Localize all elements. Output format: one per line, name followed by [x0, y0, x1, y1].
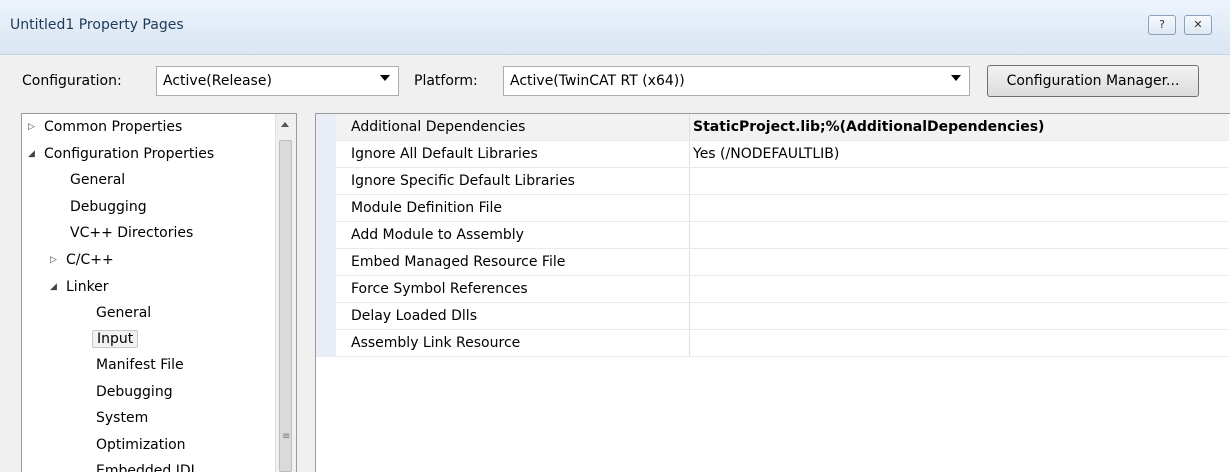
chevron-down-icon — [380, 75, 390, 81]
tree-item-general[interactable]: General — [70, 169, 125, 191]
tree-item-label: Common Properties — [44, 119, 183, 135]
scroll-up-icon[interactable] — [281, 122, 289, 127]
tree-item-linker-debugging[interactable]: Debugging — [96, 381, 173, 403]
property-name: Additional Dependencies — [351, 119, 526, 135]
property-row[interactable]: Add Module to Assembly — [316, 222, 1229, 249]
column-divider — [689, 276, 690, 303]
property-row[interactable]: Assembly Link Resource — [316, 330, 1229, 357]
tree-item-system[interactable]: System — [96, 407, 148, 429]
property-value[interactable]: StaticProject.lib;%(AdditionalDependenci… — [693, 119, 1044, 135]
property-row[interactable]: Force Symbol References — [316, 276, 1229, 303]
title-bar: Untitled1 Property Pages ? ✕ — [0, 0, 1230, 55]
tree-item-label: C/C++ — [66, 252, 114, 268]
grip-icon: ≡ — [282, 431, 291, 442]
configuration-dropdown[interactable]: Active(Release) — [156, 66, 399, 96]
help-button[interactable]: ? — [1148, 15, 1176, 35]
column-divider — [689, 330, 690, 357]
property-name: Delay Loaded Dlls — [351, 308, 477, 324]
chevron-down-icon — [951, 75, 961, 81]
property-name: Ignore All Default Libraries — [351, 146, 538, 162]
property-row[interactable]: Module Definition File — [316, 195, 1229, 222]
configuration-manager-button[interactable]: Configuration Manager... — [987, 65, 1199, 97]
row-margin — [316, 222, 336, 249]
column-divider — [689, 114, 690, 141]
tree-item-label: Linker — [66, 279, 109, 295]
tree-item-vc-directories[interactable]: VC++ Directories — [70, 222, 193, 244]
property-value[interactable]: Yes (/NODEFAULTLIB) — [693, 146, 839, 162]
row-margin — [316, 141, 336, 168]
tree-item-linker-general[interactable]: General — [96, 302, 151, 324]
tree-item-embedded-idl[interactable]: Embedded IDL — [96, 460, 198, 472]
tree-scrollbar[interactable]: ≡ — [275, 114, 296, 472]
property-name: Module Definition File — [351, 200, 503, 216]
platform-dropdown[interactable]: Active(TwinCAT RT (x64)) — [503, 66, 970, 96]
tree-item-debugging[interactable]: Debugging — [70, 196, 147, 218]
property-row[interactable]: Embed Managed Resource File — [316, 249, 1229, 276]
platform-value: Active(TwinCAT RT (x64)) — [510, 73, 685, 89]
configuration-label: Configuration: — [22, 73, 122, 89]
property-name: Force Symbol References — [351, 281, 528, 297]
row-margin — [316, 114, 336, 141]
platform-label: Platform: — [414, 73, 478, 89]
property-name: Assembly Link Resource — [351, 335, 521, 351]
expand-icon[interactable]: ▷ — [50, 249, 57, 271]
column-divider — [689, 141, 690, 168]
tree-item-label: Input — [92, 330, 139, 348]
tree-item-optimization[interactable]: Optimization — [96, 434, 186, 456]
column-divider — [689, 303, 690, 330]
property-grid: Additional Dependencies StaticProject.li… — [315, 113, 1230, 472]
column-divider — [689, 249, 690, 276]
column-divider — [689, 168, 690, 195]
property-row[interactable]: Ignore All Default Libraries Yes (/NODEF… — [316, 141, 1229, 168]
property-tree: ▷ Common Properties ◢ Configuration Prop… — [21, 113, 297, 472]
tree-item-linker-input[interactable]: Input — [92, 328, 139, 350]
property-name: Ignore Specific Default Libraries — [351, 173, 575, 189]
property-name: Embed Managed Resource File — [351, 254, 566, 270]
row-margin — [316, 303, 336, 330]
property-name: Add Module to Assembly — [351, 227, 524, 243]
column-divider — [689, 195, 690, 222]
close-button[interactable]: ✕ — [1184, 15, 1212, 35]
row-margin — [316, 168, 336, 195]
property-row[interactable]: Delay Loaded Dlls — [316, 303, 1229, 330]
property-row[interactable]: Additional Dependencies StaticProject.li… — [316, 114, 1229, 141]
expand-icon[interactable]: ▷ — [28, 116, 35, 138]
scrollbar-thumb[interactable]: ≡ — [279, 140, 292, 472]
row-margin — [316, 276, 336, 303]
configuration-bar: Configuration: Active(Release) Platform:… — [0, 55, 1230, 107]
tree-item-manifest-file[interactable]: Manifest File — [96, 354, 184, 376]
row-margin — [316, 330, 336, 357]
column-divider — [689, 222, 690, 249]
row-margin — [316, 195, 336, 222]
close-icon: ✕ — [1193, 18, 1203, 31]
tree-item-label: Configuration Properties — [44, 146, 215, 162]
configuration-value: Active(Release) — [163, 73, 272, 89]
collapse-icon[interactable]: ◢ — [28, 143, 35, 165]
collapse-icon[interactable]: ◢ — [50, 276, 57, 298]
window-title: Untitled1 Property Pages — [10, 17, 184, 33]
row-margin — [316, 249, 336, 276]
row-divider — [336, 356, 1229, 357]
property-row[interactable]: Ignore Specific Default Libraries — [316, 168, 1229, 195]
